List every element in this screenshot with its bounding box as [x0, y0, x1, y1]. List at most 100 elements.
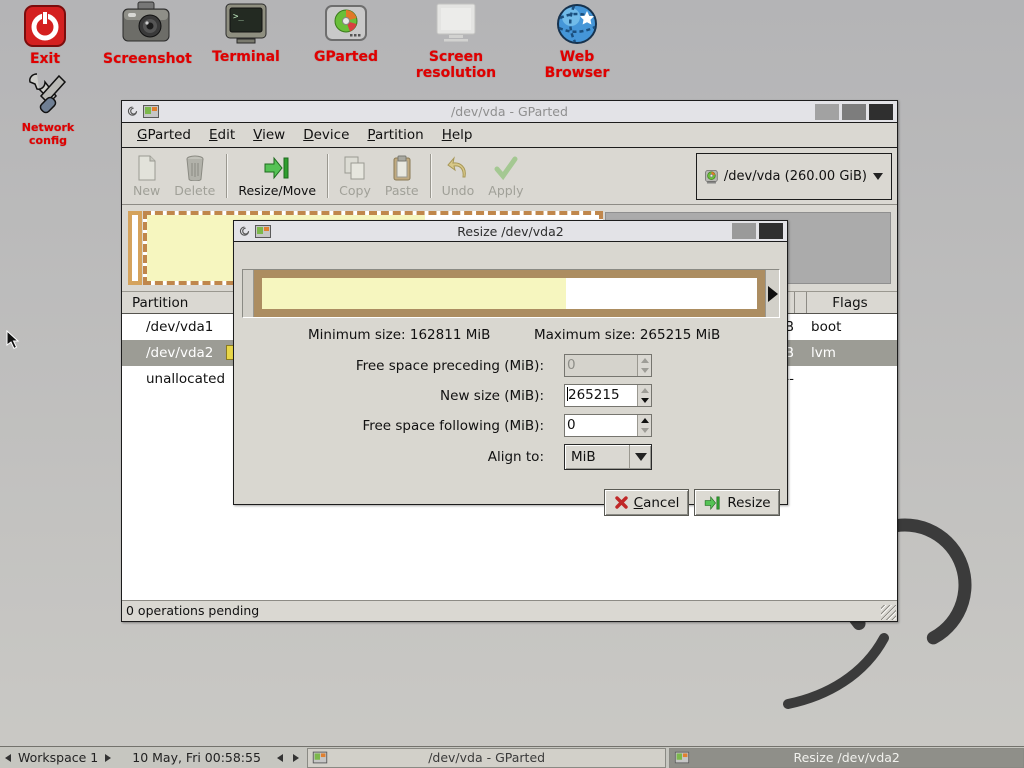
desktop-icon-label: GParted	[305, 49, 387, 65]
new-size-spinbox[interactable]: 265215	[564, 384, 652, 407]
resize-button[interactable]: Resize	[694, 489, 780, 516]
resize-slider-widget	[242, 269, 780, 318]
resize-dialog: Resize /dev/vda2 Minimum size: 162811 Mi…	[233, 220, 788, 505]
delete-button[interactable]: Delete	[167, 151, 222, 201]
globe-icon	[554, 2, 600, 46]
task-scroll-right-icon[interactable]	[293, 754, 299, 762]
cancel-x-icon	[614, 495, 629, 510]
new-partition-icon	[136, 155, 158, 181]
gparted-app-icon	[675, 752, 689, 764]
column-header-flags[interactable]: Flags	[806, 292, 894, 314]
spin-up-button[interactable]	[638, 385, 651, 396]
spin-up-button	[638, 355, 651, 366]
toolbar-separator	[430, 154, 431, 198]
svg-text:>_: >_	[233, 12, 244, 22]
copy-button[interactable]: Copy	[332, 151, 378, 201]
partition-segment-vda1[interactable]	[128, 211, 142, 285]
spin-down-button[interactable]	[638, 426, 651, 437]
spin-up-button[interactable]	[638, 415, 651, 426]
new-size-label: New size (MiB):	[234, 388, 544, 404]
align-to-dropdown[interactable]: MiB	[564, 444, 652, 470]
minimize-button[interactable]	[815, 104, 839, 120]
dialog-maximize-button[interactable]	[732, 223, 756, 239]
wm-swirl-icon	[126, 105, 139, 118]
dialog-title: Resize /dev/vda2	[234, 224, 787, 239]
apply-check-icon	[494, 155, 518, 181]
spin-down-button[interactable]	[638, 396, 651, 407]
column-header-partition[interactable]: Partition	[132, 292, 188, 314]
desktop-icon-label: Screen resolution	[390, 49, 522, 81]
desktop-icon-gparted[interactable]: GParted	[305, 4, 387, 65]
device-selector[interactable]: /dev/vda (260.00 GiB)	[696, 153, 892, 200]
monitor-icon	[432, 2, 480, 46]
gparted-icon	[324, 4, 368, 46]
chevron-down-icon	[873, 173, 883, 180]
gparted-app-icon	[143, 105, 159, 118]
menubar: GParted Edit View Device Partition Help	[122, 123, 897, 148]
desktop-icon-label: Network config	[6, 121, 90, 147]
workspace-label[interactable]: Workspace 1	[16, 750, 100, 765]
resize-move-button[interactable]: Resize/Move	[231, 151, 323, 201]
trash-icon	[185, 155, 205, 181]
spin-down-button	[638, 366, 651, 377]
toolbar: New Delete Resize/Move Copy	[122, 148, 897, 205]
main-window-title: /dev/vda - GParted	[122, 104, 897, 119]
power-icon	[23, 4, 67, 48]
resize-partition-frame[interactable]	[254, 270, 765, 317]
task-button-gparted[interactable]: /dev/vda - GParted	[307, 748, 666, 768]
desktop-icon-label: Screenshot	[103, 51, 189, 67]
task-scroll-left-icon[interactable]	[277, 754, 283, 762]
terminal-icon: >_	[223, 2, 269, 46]
menu-partition[interactable]: Partition	[358, 123, 432, 147]
apply-button[interactable]: Apply	[481, 151, 530, 201]
taskbar: Workspace 1 10 May, Fri 00:58:55 /dev/vd…	[0, 746, 1024, 768]
maximum-size-label: Maximum size: 265215 MiB	[534, 327, 720, 343]
desktop-icon-screen-resolution[interactable]: Screen resolution	[390, 2, 522, 81]
resize-move-icon	[263, 155, 291, 181]
new-button[interactable]: New	[126, 151, 167, 201]
copy-icon	[343, 155, 367, 181]
resize-arrow-icon	[703, 495, 722, 511]
close-button[interactable]	[869, 104, 893, 120]
menu-view[interactable]: View	[244, 123, 294, 147]
free-space-following-spinbox[interactable]: 0	[564, 414, 652, 437]
used-space-fill	[262, 278, 566, 309]
menu-gparted[interactable]: GParted	[128, 123, 200, 147]
disk-icon	[705, 166, 718, 188]
cancel-button[interactable]: Cancel	[604, 489, 689, 516]
desktop-icon-screenshot[interactable]: Screenshot	[103, 0, 189, 67]
paste-icon	[392, 155, 412, 181]
task-button-resize-dialog[interactable]: Resize /dev/vda2	[669, 748, 1024, 768]
minimum-size-label: Minimum size: 162811 MiB	[308, 327, 490, 343]
align-to-label: Align to:	[234, 449, 544, 465]
resize-left-handle[interactable]	[243, 270, 254, 317]
maximize-button[interactable]	[842, 104, 866, 120]
mouse-cursor	[6, 330, 20, 350]
resize-right-handle[interactable]	[765, 270, 779, 317]
right-handle-arrow-icon	[768, 286, 778, 302]
resize-grip[interactable]	[881, 605, 896, 620]
main-window-titlebar[interactable]: /dev/vda - GParted	[122, 101, 897, 123]
workspace-next-icon[interactable]	[105, 754, 111, 762]
desktop-icon-network-config[interactable]: Network config	[6, 70, 90, 147]
undo-button[interactable]: Undo	[435, 151, 482, 201]
desktop-icon-terminal[interactable]: >_ Terminal	[203, 2, 289, 65]
workspace-prev-icon[interactable]	[5, 754, 11, 762]
menu-device[interactable]: Device	[294, 123, 358, 147]
camera-icon	[120, 0, 172, 48]
toolbar-separator	[327, 154, 328, 198]
statusbar: 0 operations pending	[122, 600, 897, 621]
device-selector-value: /dev/vda (260.00 GiB)	[724, 169, 867, 184]
dropdown-arrow	[629, 445, 651, 469]
menu-help[interactable]: Help	[433, 123, 482, 147]
paste-button[interactable]: Paste	[378, 151, 426, 201]
clock: 10 May, Fri 00:58:55	[130, 750, 263, 765]
desktop-icon-label: Exit	[12, 51, 78, 67]
desktop-icon-exit[interactable]: Exit	[12, 4, 78, 67]
menu-edit[interactable]: Edit	[200, 123, 244, 147]
dialog-close-button[interactable]	[759, 223, 783, 239]
desktop-icon-web-browser[interactable]: Web Browser	[528, 2, 626, 81]
wm-swirl-icon	[238, 225, 251, 238]
dialog-titlebar[interactable]: Resize /dev/vda2	[234, 221, 787, 242]
free-space-following-label: Free space following (MiB):	[234, 418, 544, 434]
